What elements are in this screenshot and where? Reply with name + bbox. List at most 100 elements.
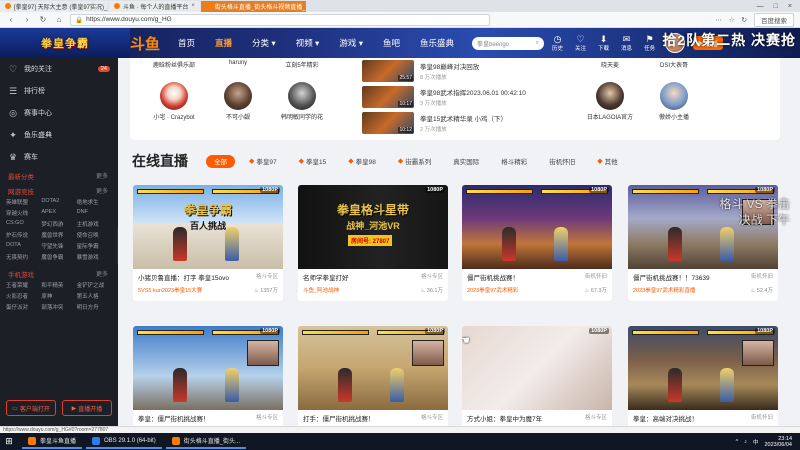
rec-video-item[interactable]: 25:57 拳皇98巅峰对决回放 8 万次播放: [362, 60, 479, 82]
category-link[interactable]: 部落冲突: [41, 303, 76, 311]
volume-icon[interactable]: ♪: [744, 439, 747, 445]
live-title[interactable]: 拳皇：高端对决挑战！: [633, 413, 698, 423]
sidebar-item-festival[interactable]: ✦ 鱼乐盛典: [0, 124, 118, 146]
live-title[interactable]: 方式小姐：拳皇中为魔7年: [467, 413, 542, 423]
category-link[interactable]: 暴雪游戏: [77, 253, 112, 261]
filter-chip[interactable]: ◆ 拳皇15: [291, 155, 335, 168]
tray-chevron-icon[interactable]: ^: [736, 439, 739, 445]
streamer-tile[interactable]: 傲娇小主播: [646, 82, 702, 121]
streamer-tile[interactable]: 立刻5年精彩: [274, 60, 330, 69]
event-banner[interactable]: 拳皇争霸: [0, 28, 130, 58]
nav-item-home[interactable]: 首页: [178, 37, 195, 49]
category-link[interactable]: 英雄联盟: [6, 198, 41, 206]
category-link[interactable]: 魔兽世界: [41, 231, 76, 239]
live-title[interactable]: 小猪贝鲁直播：打字 拳皇15ovo: [138, 272, 229, 282]
live-thumbnail[interactable]: 1080P: [628, 326, 778, 410]
live-thumbnail[interactable]: 1080P: [298, 326, 448, 410]
search-icon[interactable]: ⌕: [536, 40, 539, 47]
sidebar-item-events[interactable]: ◎ 赛事中心: [0, 102, 118, 124]
live-title[interactable]: 拳皇：僵尸街机挑战赛！: [138, 413, 210, 423]
category-link[interactable]: 火影忍者: [6, 292, 41, 300]
nav-item-games[interactable]: 游戏 ▾: [339, 37, 363, 49]
streamer-tile[interactable]: DSI大表哥: [646, 60, 702, 69]
live-card[interactable]: 1080P打手：僵尸街机挑战赛！格斗专区♨: [298, 326, 448, 426]
more-link[interactable]: 更多: [96, 186, 108, 195]
refresh-icon[interactable]: ↻: [742, 16, 747, 24]
streamer-tile[interactable]: 小宅 · Crazybot: [146, 82, 202, 121]
maximize-button[interactable]: □: [774, 3, 778, 10]
forward-icon[interactable]: ›: [22, 15, 32, 24]
filter-chip[interactable]: 街机怀旧: [541, 155, 583, 168]
live-category[interactable]: 格斗专区: [421, 272, 443, 282]
category-link[interactable]: 蛋仔派对: [6, 303, 41, 311]
more-icon[interactable]: ⋯: [715, 16, 722, 24]
category-link[interactable]: 炉石传说: [6, 231, 41, 239]
more-link[interactable]: 更多: [96, 171, 108, 180]
start-stream-button[interactable]: ▶ 直播开播: [62, 400, 112, 416]
category-link[interactable]: 主机游戏: [77, 220, 112, 228]
filter-chip[interactable]: 格斗精彩: [493, 155, 535, 168]
live-card[interactable]: 拳皇争霸 百人挑战 1080P 小猪贝鲁直播：打字 拳皇15ovo 格斗专区 5VS5 k…: [133, 185, 283, 301]
live-card[interactable]: 1080P拳皇：僵尸街机挑战赛！格斗专区街机怀旧♨: [133, 326, 283, 426]
live-thumbnail[interactable]: 1080P: [133, 326, 283, 410]
browser-tab-2[interactable]: 街头格斗直播_街头格斗视频直播_斗鱼×: [200, 0, 306, 12]
category-link[interactable]: DOTA: [6, 242, 41, 250]
category-link[interactable]: 绝地求生: [77, 198, 112, 206]
filter-chip[interactable]: 全部: [206, 154, 235, 168]
task-button[interactable]: ⚑ 任务: [644, 34, 655, 52]
live-category[interactable]: 街机怀旧: [751, 272, 773, 282]
streamer-tile[interactable]: 不可小觑: [210, 82, 266, 121]
nav-item-live[interactable]: 直播: [215, 37, 232, 49]
live-thumbnail[interactable]: 拳皇争霸 百人挑战 1080P: [133, 185, 283, 269]
live-thumbnail[interactable]: 拳皇格斗星带 战神_河池VR 房间号: 27807 1080P: [298, 185, 448, 269]
streamer-name[interactable]: 2023拳皇97武术精彩直播: [633, 286, 695, 294]
live-title[interactable]: 僵尸街机挑战赛！: [467, 272, 519, 282]
category-link[interactable]: 守望先锋: [41, 242, 76, 250]
sidebar-item-racing[interactable]: ♛ 赛车: [0, 146, 118, 168]
taskbar-item[interactable]: 拳皇斗鱼直播: [22, 434, 83, 449]
taskbar-item[interactable]: 街头格斗直播_街头...: [165, 434, 247, 449]
category-link[interactable]: 金铲铲之战: [77, 281, 112, 289]
taskbar-item[interactable]: OBS 29.1.0 (64-bit): [86, 434, 162, 449]
streamer-name[interactable]: 5VS5 kun2023拳皇15大赛: [138, 286, 202, 294]
filter-chip[interactable]: ◆ 拳皇97: [241, 155, 285, 168]
live-card[interactable]: 1080P拳皇：高端对决挑战！街机怀旧♨: [628, 326, 778, 426]
home-icon[interactable]: ⌂: [54, 15, 64, 24]
category-link[interactable]: DNF: [77, 209, 112, 217]
rec-video-item[interactable]: 10:17 拳皇98武术指挥2023.06.01 00:42:10 3 万次播放: [362, 86, 526, 108]
live-thumbnail[interactable]: ☚ 1080P: [462, 326, 612, 410]
streamer-name[interactable]: 斗鱼_阿池战神: [303, 286, 339, 294]
live-card[interactable]: 1080P 僵尸街机挑战赛！ 街机怀旧 2023拳皇97武术精彩 ♨ 67.3万: [462, 185, 612, 301]
message-button[interactable]: ✉ 消息: [621, 34, 632, 52]
minimize-button[interactable]: —: [757, 3, 764, 10]
windows-start-icon[interactable]: ⊞: [0, 433, 18, 450]
live-card[interactable]: ☚1080P方式小姐：拳皇中为魔7年格斗专区♨: [462, 326, 612, 426]
category-link[interactable]: 使命召唤: [77, 231, 112, 239]
close-window-button[interactable]: ×: [788, 3, 792, 10]
streamer-tile[interactable]: haruny: [210, 60, 266, 66]
category-link[interactable]: 王者荣耀: [6, 281, 41, 289]
site-logo[interactable]: 斗鱼: [130, 33, 160, 54]
streamer-name[interactable]: 2023拳皇97武术精彩: [467, 286, 518, 294]
rec-video-item[interactable]: 10:12 拳皇15武术精华录 小鸡（下） 2 万次播放: [362, 112, 507, 134]
filter-chip[interactable]: ◆ 其他: [589, 155, 625, 168]
live-title[interactable]: 名师学拳皇打好: [303, 272, 349, 282]
back-icon[interactable]: ‹: [6, 15, 16, 24]
category-link[interactable]: APEX: [41, 209, 76, 217]
filter-chip[interactable]: ◆ 拳皇98: [340, 155, 384, 168]
nav-item-videos[interactable]: 视频 ▾: [296, 37, 320, 49]
category-link[interactable]: 明日方舟: [77, 303, 112, 311]
live-category[interactable]: 格斗专区: [585, 413, 607, 423]
star-icon[interactable]: ☆: [729, 16, 735, 24]
sidebar-item-following[interactable]: ♡ 我的关注 24: [0, 58, 118, 80]
category-link[interactable]: DOTA2: [41, 198, 76, 206]
filter-chip[interactable]: 真实国际: [445, 155, 487, 168]
nav-item-categories[interactable]: 分类 ▾: [252, 37, 276, 49]
ime-icon[interactable]: 中: [753, 438, 759, 446]
streamer-tile[interactable]: 日本LAGOIA官方: [582, 82, 638, 121]
reload-icon[interactable]: ↻: [38, 15, 48, 24]
category-link[interactable]: CS:GO: [6, 220, 41, 228]
category-link[interactable]: 和平精英: [41, 281, 76, 289]
category-link[interactable]: 无畏契约: [6, 253, 41, 261]
category-link[interactable]: 梦幻西游: [41, 220, 76, 228]
